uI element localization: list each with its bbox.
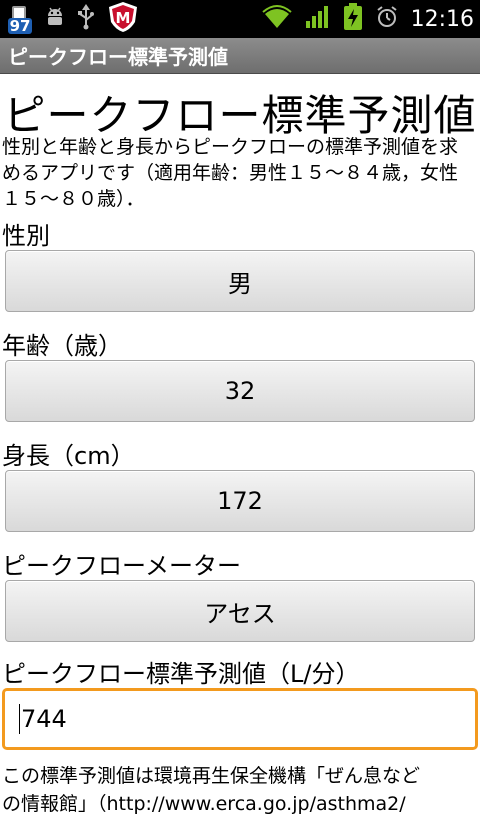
meter-value: アセス bbox=[204, 599, 276, 628]
meter-select-button[interactable]: アセス bbox=[5, 580, 475, 642]
battery-icon: 97 bbox=[6, 4, 34, 34]
sex-label: 性別 bbox=[2, 222, 50, 250]
source-note: この標準予測値は環境再生保全機構「ぜん息など の情報館」（http://www.… bbox=[2, 762, 478, 818]
alarm-icon bbox=[375, 5, 399, 33]
height-select-button[interactable]: 172 bbox=[5, 470, 475, 532]
signal-icon bbox=[305, 5, 331, 33]
meter-label: ピークフローメーター bbox=[2, 552, 242, 580]
android-debug-icon bbox=[44, 6, 66, 32]
result-value: 744 bbox=[21, 705, 67, 733]
usb-icon bbox=[76, 4, 96, 34]
svg-text:M: M bbox=[116, 9, 131, 27]
charging-icon bbox=[343, 3, 363, 35]
text-cursor bbox=[19, 704, 20, 734]
sex-select-button[interactable]: 男 bbox=[5, 250, 475, 312]
clock-time: 12:16 bbox=[410, 6, 474, 32]
wifi-icon bbox=[261, 4, 293, 34]
mcafee-icon: M bbox=[106, 0, 140, 38]
source-note-line-1: この標準予測値は環境再生保全機構「ぜん息など bbox=[2, 765, 421, 787]
height-label: 身長（cm） bbox=[2, 442, 135, 470]
status-bar: 97 M 12:16 bbox=[0, 0, 480, 38]
result-label: ピークフロー標準予測値（L/分） bbox=[2, 660, 360, 688]
app-title-bar: ピークフロー標準予測値 bbox=[0, 38, 480, 74]
age-label: 年齢（歳） bbox=[2, 332, 122, 360]
app-description: 性別と年齢と身長からピークフローの標準予測値を求めるアプリです（適用年齢：男性１… bbox=[2, 136, 459, 210]
sex-value: 男 bbox=[228, 269, 252, 298]
status-bar-left: 97 M bbox=[6, 0, 140, 38]
result-field[interactable]: 744 bbox=[2, 688, 478, 750]
age-select-button[interactable]: 32 bbox=[5, 360, 475, 422]
source-note-line-2: の情報館」（http://www.erca.go.jp/asthma2/ bbox=[2, 793, 406, 815]
battery-level: 97 bbox=[7, 17, 33, 35]
app-title: ピークフロー標準予測値 bbox=[8, 45, 228, 69]
status-bar-right: 12:16 bbox=[261, 3, 474, 35]
age-value: 32 bbox=[224, 377, 256, 405]
height-value: 172 bbox=[217, 487, 263, 515]
